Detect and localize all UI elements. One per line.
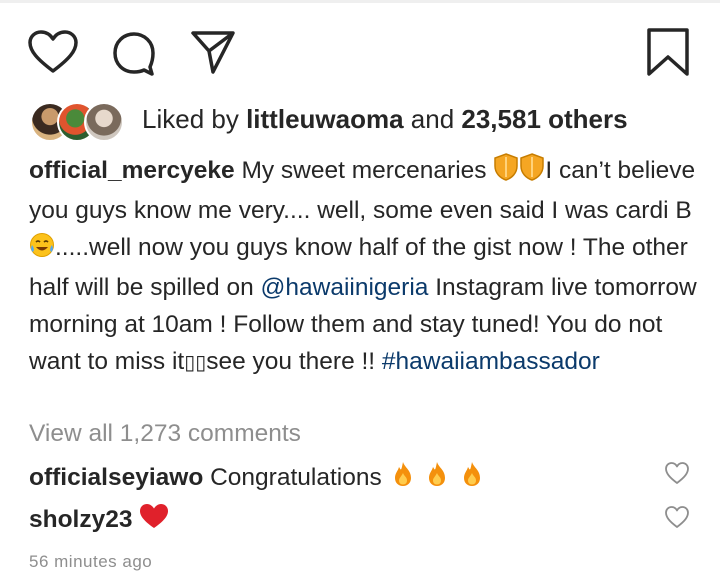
comment-like-heart-icon[interactable] [664,505,690,534]
caption-hashtag-link[interactable]: #hawaiiambassador [382,348,600,375]
fire-emoji-icon [458,460,486,495]
shield-emoji-icon [493,153,519,192]
shield-emoji-icon [519,153,545,192]
view-all-comments-link[interactable]: View all 1,273 comments [29,420,301,448]
post-action-bar [0,24,720,80]
share-paper-plane-icon[interactable] [190,29,236,75]
fire-emoji-icon [423,460,451,495]
likes-prefix: Liked by [142,104,247,134]
comment-row: officialseyiawo Congratulations [29,460,486,495]
comment-text [133,506,140,533]
save-bookmark-icon[interactable] [646,27,690,77]
tears-of-joy-emoji-icon [29,232,55,269]
likes-row: Liked by littleuwaoma and 23,581 others [30,100,710,144]
missing-glyph-icon: ▯▯ [184,352,207,374]
comment-username[interactable]: sholzy23 [29,506,133,533]
comment-like-heart-icon[interactable] [664,461,690,490]
caption-text-5: see you there !! [206,348,382,375]
liker-username[interactable]: littleuwaoma [246,104,403,134]
avatar[interactable] [84,102,124,142]
liker-avatars [30,100,130,144]
red-heart-emoji-icon [139,503,169,537]
likes-summary[interactable]: Liked by littleuwaoma and 23,581 others [142,104,628,135]
post-timestamp: 56 minutes ago [29,552,153,571]
comment-row: sholzy23 [29,503,169,537]
comment-icon[interactable] [110,29,158,77]
post-caption: official_mercyeke My sweet mercenaries I… [29,152,699,382]
likes-others-count[interactable]: 23,581 others [461,104,627,134]
comment-text: Congratulations [203,464,389,491]
fire-emoji-icon [389,460,417,495]
top-divider [0,0,720,3]
likes-and: and [403,104,462,134]
caption-mention-link[interactable]: @hawaiinigeria [261,274,429,301]
caption-username[interactable]: official_mercyeke [29,157,235,184]
comment-username[interactable]: officialseyiawo [29,464,203,491]
like-heart-icon[interactable] [27,29,79,75]
caption-text-1: My sweet mercenaries [234,157,494,184]
